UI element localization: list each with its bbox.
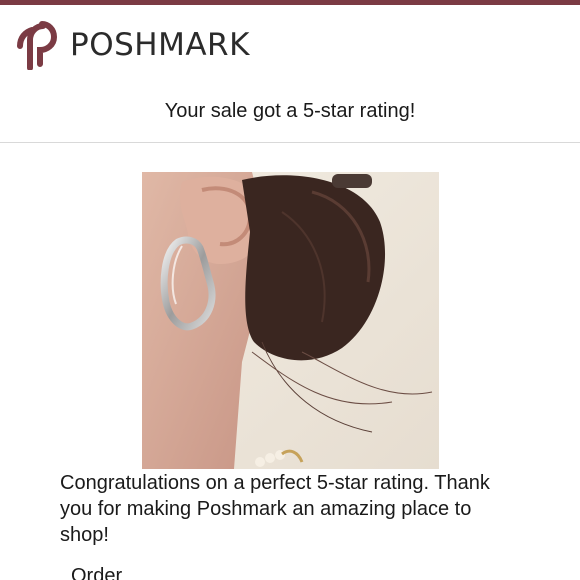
brand-name: POSHMARK xyxy=(70,26,250,63)
order-label: Order xyxy=(71,565,123,580)
product-photo[interactable] xyxy=(142,172,439,469)
poshmark-logo[interactable]: POSHMARK xyxy=(16,20,250,70)
email-subject: Your sale got a 5-star rating! xyxy=(164,100,416,122)
email-page: POSHMARK Your sale got a 5-star rating! xyxy=(0,0,580,580)
poshmark-logo-icon xyxy=(17,21,58,70)
rating-message: Congratulations on a perfect 5-star rati… xyxy=(60,472,490,546)
brand-top-bar xyxy=(0,0,580,5)
product-photo-earring-icon xyxy=(142,172,439,469)
header-divider xyxy=(0,142,580,143)
